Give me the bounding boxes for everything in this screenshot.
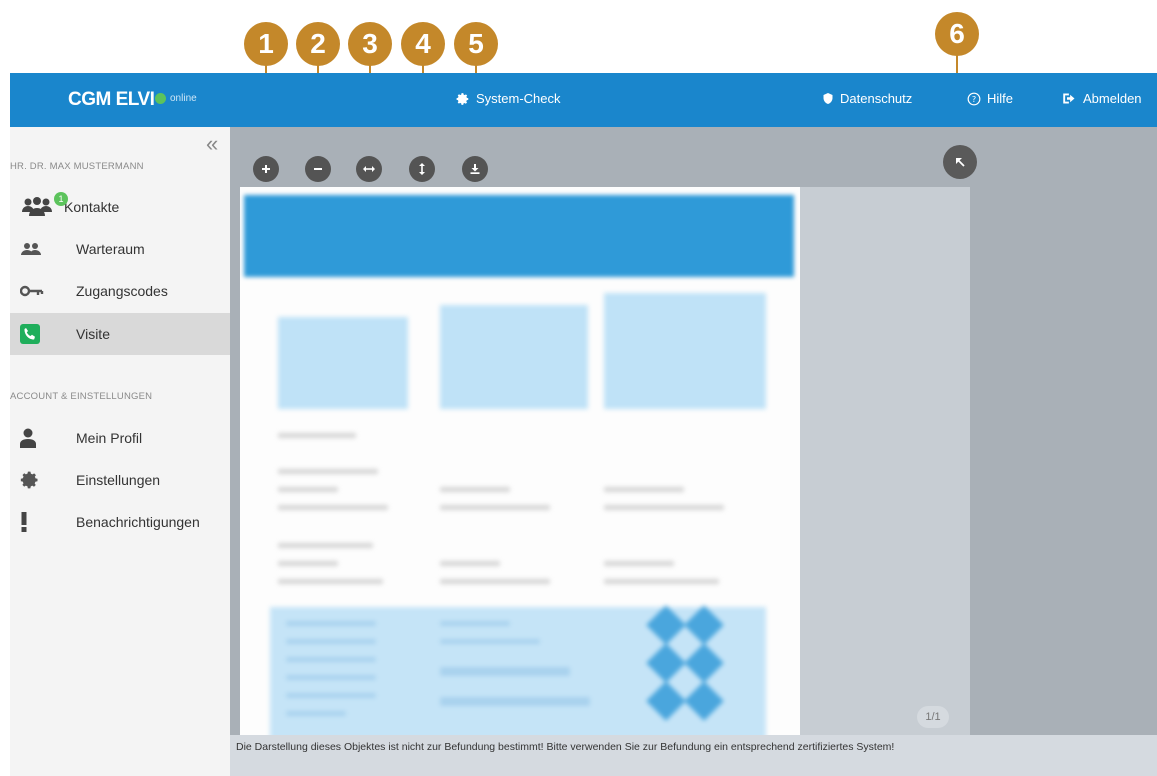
- fit-height-icon: [419, 163, 425, 175]
- svg-text:?: ?: [972, 93, 976, 103]
- online-status-dot: [155, 93, 166, 104]
- fit-height-button[interactable]: [409, 156, 435, 182]
- key-icon: [20, 279, 54, 303]
- collapse-arrow-icon: [956, 158, 965, 167]
- help-icon: ?: [967, 92, 981, 105]
- doc-highlight-block: [270, 605, 766, 741]
- callout-6: 6: [935, 12, 979, 56]
- doc-card: [440, 305, 588, 409]
- disclaimer-bar: Die Darstellung dieses Objektes ist nich…: [230, 735, 1157, 776]
- zoom-in-button[interactable]: [253, 156, 279, 182]
- disclaimer-text: Die Darstellung dieses Objektes ist nich…: [236, 741, 895, 753]
- document-header-block: [244, 195, 794, 277]
- sidebar-item-label: Kontakte: [64, 199, 120, 215]
- sidebar-item-label: Visite: [76, 326, 110, 342]
- document-viewer: 1/1 Die Darstellung dieses Objektes ist …: [230, 127, 1157, 776]
- sidebar-item-label: Mein Profil: [76, 430, 143, 446]
- doc-card: [278, 317, 408, 409]
- download-icon: [470, 164, 480, 174]
- download-button[interactable]: [462, 156, 488, 182]
- zoom-in-icon: [262, 165, 270, 173]
- page-indicator: 1/1: [917, 706, 949, 728]
- system-check-label: System-Check: [476, 91, 561, 106]
- logout-label: Abmelden: [1083, 91, 1142, 106]
- app-logo: CGM ELVI: [68, 89, 155, 110]
- contacts-icon: [20, 195, 54, 219]
- callout-4: 4: [401, 22, 445, 66]
- help-label: Hilfe: [987, 91, 1014, 106]
- user-icon: [20, 426, 54, 450]
- sidebar-item-access-codes[interactable]: Zugangscodes: [10, 270, 230, 312]
- fit-width-button[interactable]: [356, 156, 382, 182]
- help-link[interactable]: ? Hilfe: [967, 91, 1013, 106]
- sidebar-item-label: Benachrichtigungen: [76, 514, 200, 530]
- gear-icon: [456, 92, 469, 105]
- sidebar-item-waiting-room[interactable]: Warteraum: [10, 228, 230, 270]
- sidebar: « HR. DR. MAX MUSTERMANN Kontakte 1 Wart…: [10, 127, 230, 776]
- exclamation-icon: [20, 510, 54, 534]
- online-status-label: online: [170, 93, 197, 104]
- phone-icon: [20, 322, 54, 346]
- zoom-out-button[interactable]: [305, 156, 331, 182]
- sidebar-item-contacts[interactable]: Kontakte: [10, 186, 230, 228]
- logout-link[interactable]: Abmelden: [1062, 91, 1142, 106]
- contacts-badge: 1: [54, 192, 68, 206]
- callout-2: 2: [296, 22, 340, 66]
- sidebar-item-label: Warteraum: [76, 241, 145, 257]
- callout-3: 3: [348, 22, 392, 66]
- privacy-label: Datenschutz: [840, 91, 913, 106]
- exit-fullscreen-button[interactable]: [943, 145, 977, 179]
- collapse-sidebar-icon[interactable]: «: [206, 131, 218, 157]
- doc-card: [604, 293, 766, 409]
- user-name: HR. DR. MAX MUSTERMANN: [10, 161, 144, 172]
- system-check-link[interactable]: System-Check: [456, 91, 561, 106]
- zoom-out-icon: [314, 168, 322, 170]
- sidebar-item-label: Zugangscodes: [76, 283, 168, 299]
- sidebar-item-profile[interactable]: Mein Profil: [10, 417, 230, 459]
- callout-1: 1: [244, 22, 288, 66]
- sidebar-item-notifications[interactable]: Benachrichtigungen: [10, 501, 230, 543]
- sidebar-item-label: Einstellungen: [76, 472, 161, 488]
- callout-5: 5: [454, 22, 498, 66]
- top-bar: CGM ELVI online System-Check Datenschutz…: [10, 73, 1157, 127]
- logout-icon: [1063, 93, 1075, 104]
- privacy-link[interactable]: Datenschutz: [822, 91, 912, 106]
- sidebar-item-settings[interactable]: Einstellungen: [10, 459, 230, 501]
- waiting-room-icon: [20, 237, 54, 261]
- shield-icon: [823, 93, 833, 104]
- account-section-title: ACCOUNT & EINSTELLUNGEN: [10, 391, 153, 402]
- fit-width-icon: [363, 166, 375, 172]
- document-page: [240, 187, 800, 741]
- gear-icon: [20, 468, 54, 492]
- sidebar-item-visit[interactable]: Visite: [10, 313, 230, 355]
